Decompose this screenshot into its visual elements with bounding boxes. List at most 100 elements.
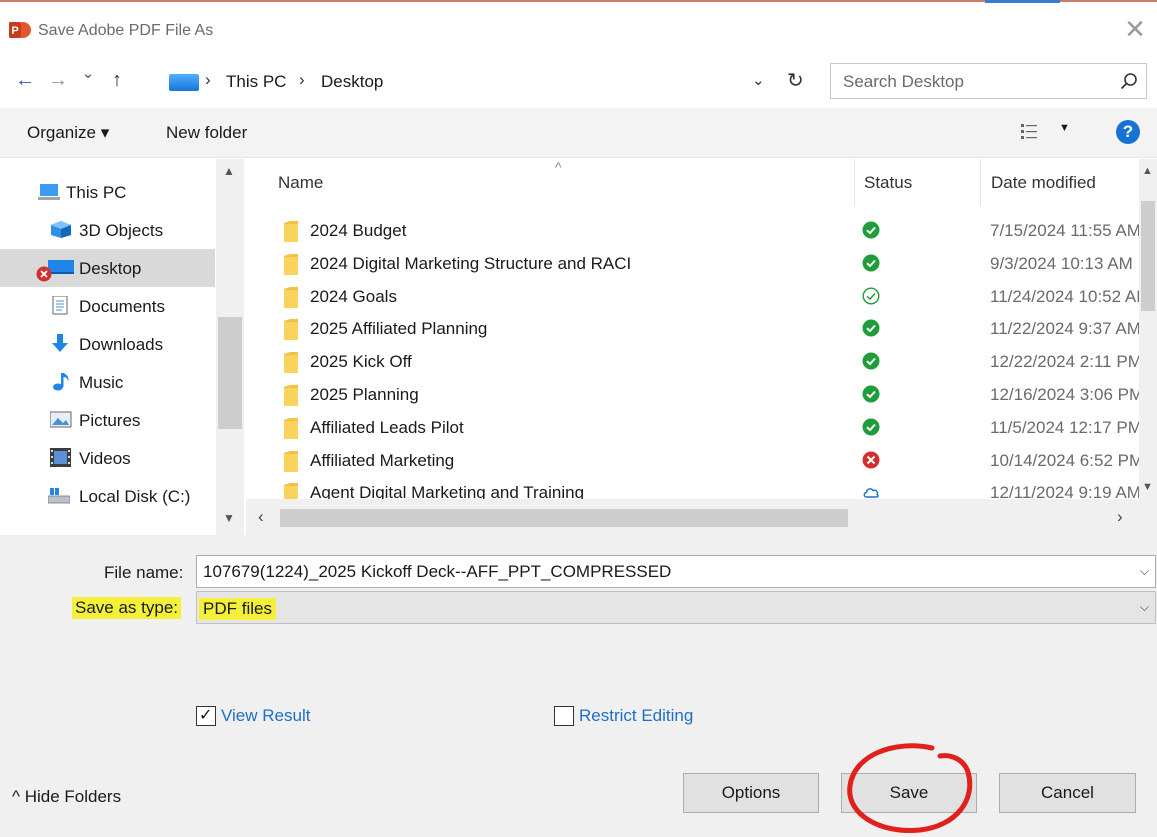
breadcrumb-this-pc[interactable]: This PC [226,72,286,92]
scroll-down-icon[interactable]: ▼ [223,511,235,525]
sidebar-item-desktop[interactable]: Desktop [0,249,215,287]
options-button[interactable]: Options [683,773,819,813]
file-name-label: File name: [104,563,184,582]
sidebar-item-pictures[interactable]: Pictures [0,401,215,439]
file-name-value: 107679(1224)_2025 Kickoff Deck--AFF_PPT_… [203,562,672,581]
address-dropdown-icon[interactable]: ⌄ [752,71,765,89]
scroll-up-icon[interactable]: ▲ [1142,165,1153,177]
folder-icon [284,385,298,406]
table-row[interactable]: Affiliated Leads Pilot 11/5/2024 12:17 PM [246,412,1140,445]
back-arrow-icon[interactable]: ← [12,67,38,93]
available-on-device-icon [862,287,880,305]
table-row[interactable]: 2025 Planning 12/16/2024 3:06 PM [246,379,1140,412]
refresh-icon[interactable]: ↻ [787,68,804,93]
forward-arrow-icon[interactable]: → [45,67,71,93]
scrollbar-thumb[interactable] [218,317,242,429]
save-as-type-label: Save as type: [72,597,182,619]
file-name: Affiliated Leads Pilot [310,417,464,437]
folder-icon [284,253,298,275]
file-name-field[interactable]: 107679(1224)_2025 Kickoff Deck--AFF_PPT_… [196,555,1156,588]
close-icon[interactable]: ✕ [1122,16,1148,42]
nav-pane-scrollbar[interactable]: ▲ ▼ [216,159,244,535]
save-as-type-select[interactable]: PDF files ⌵ [196,591,1156,624]
search-input[interactable]: Search Desktop [830,63,1147,99]
view-result-label[interactable]: View Result [221,706,310,726]
sync-ok-icon [862,319,880,337]
chevron-down-icon[interactable]: ⌵ [1140,564,1149,579]
date-modified: 11/5/2024 12:17 PM [990,417,1140,437]
restrict-editing-label[interactable]: Restrict Editing [579,706,693,726]
videos-icon [50,448,71,467]
recent-locations-chevron-icon[interactable]: ⌄ [78,61,98,87]
file-name: 2024 Budget [310,221,407,240]
sidebar-item-documents[interactable]: Documents [0,287,215,325]
hide-folders-button[interactable]: ^ Hide Folders [12,787,121,807]
table-row[interactable]: 2024 Budget 7/15/2024 11:55 AM [246,215,1140,248]
table-row[interactable]: Affiliated Marketing 10/14/2024 6:52 PM [246,445,1140,478]
restrict-editing-checkbox[interactable] [554,706,574,726]
sidebar-item-label: Documents [79,297,165,316]
address-bar[interactable]: › This PC › Desktop ⌄ ↻ [164,64,821,98]
folder-icon [284,221,298,242]
column-header-status[interactable]: Status [864,173,912,193]
view-options-icon[interactable] [1021,123,1037,140]
organize-menu[interactable]: Organize ▾ [27,123,109,143]
table-row[interactable]: 2024 Digital Marketing Structure and RAC… [246,248,1139,281]
column-header-date-modified[interactable]: Date modified [991,173,1096,193]
table-row[interactable]: 2025 Affiliated Planning 11/22/2024 9:37 … [246,313,1140,346]
folder-icon [284,417,298,439]
sidebar-item-music[interactable]: Music [0,363,215,401]
search-icon[interactable] [1120,72,1138,90]
breadcrumb-desktop[interactable]: Desktop [321,72,383,92]
new-folder-button[interactable]: New folder [166,123,247,143]
powerpoint-icon: P [9,22,31,38]
scrollbar-thumb[interactable] [1141,201,1155,311]
scroll-left-icon[interactable]: ‹ [258,507,264,527]
sync-ok-icon [862,418,880,436]
table-row[interactable]: 2025 Kick Off 12/22/2024 2:11 PM [246,346,1140,379]
save-options-panel: File name: 107679(1224)_2025 Kickoff Dec… [0,535,1157,837]
sidebar-item-label: This PC [66,183,127,202]
file-name: Affiliated Marketing [310,450,455,470]
sidebar-item-3d-objects[interactable]: 3D Objects [0,211,215,249]
sync-error-icon [862,451,880,469]
scrollbar-thumb[interactable] [280,509,848,527]
window-top-accent [985,0,1060,3]
folder-icon [284,450,298,472]
search-placeholder: Search Desktop [843,72,964,91]
chevron-down-icon[interactable]: ⌵ [1140,600,1149,615]
help-icon[interactable]: ? [1116,120,1140,144]
sidebar-item-label: Downloads [79,335,164,354]
sort-caret-icon: ^ [555,159,562,175]
view-result-checkbox[interactable]: ✓ [196,706,216,726]
sidebar-item-label: Music [79,373,124,392]
window-top-border [0,0,1157,2]
breadcrumb-separator: › [205,70,211,89]
column-header-name[interactable]: Name [278,173,323,193]
file-list-horizontal-scrollbar[interactable]: ‹ › [246,499,1139,535]
scroll-up-icon[interactable]: ▲ [223,164,235,178]
up-arrow-icon[interactable]: ↑ [104,67,130,93]
3d-objects-icon [51,221,71,238]
view-dropdown-icon[interactable]: ▼ [1059,122,1070,134]
scroll-down-icon[interactable]: ▼ [1142,481,1153,493]
column-divider[interactable] [854,159,855,206]
cancel-button[interactable]: Cancel [999,773,1136,813]
sync-ok-icon [862,352,880,370]
sidebar-item-videos[interactable]: Videos [0,439,215,477]
file-name: 2025 Planning [310,385,419,404]
svg-text:P: P [11,25,18,37]
breadcrumb-separator: › [299,70,305,89]
file-list-vertical-scrollbar[interactable]: ▲ ▼ [1139,159,1157,535]
table-row[interactable]: 2024 Goals 11/24/2024 10:52 AM [246,281,1140,314]
sidebar-item-downloads[interactable]: Downloads [0,325,215,363]
documents-icon [52,296,68,315]
column-divider[interactable] [980,159,981,206]
scroll-right-icon[interactable]: › [1117,507,1123,527]
sidebar-item-local-disk[interactable]: Local Disk (C:) [0,477,215,515]
sync-ok-icon [862,385,880,403]
save-button[interactable]: Save [841,773,977,813]
music-icon [53,373,69,391]
folder-icon [284,319,298,341]
sidebar-item-this-pc[interactable]: This PC [0,173,215,211]
